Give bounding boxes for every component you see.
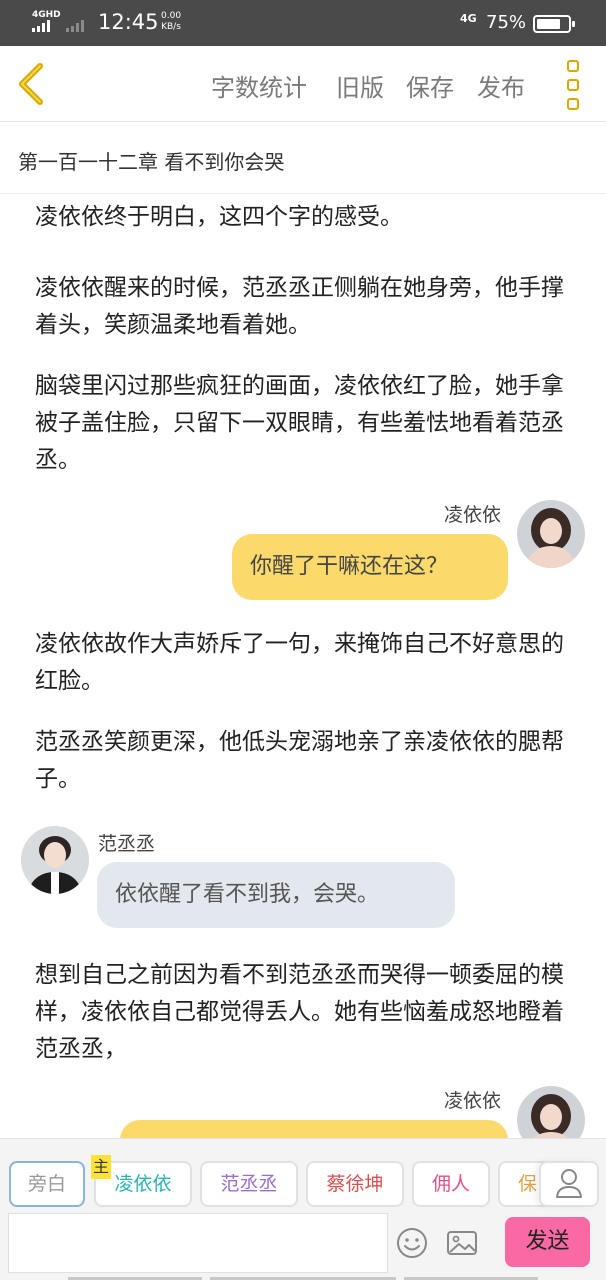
chat-bubble-text: 你醒了干嘛还在这？ — [250, 554, 449, 579]
old-version-button[interactable]: 旧版 — [336, 68, 384, 103]
female-avatar-icon — [517, 500, 585, 568]
chat-bubble-right[interactable] — [120, 1120, 508, 1138]
role-chip-fanchengcheng[interactable]: 范丞丞 — [200, 1161, 298, 1207]
back-button[interactable] — [12, 60, 56, 108]
more-vertical-icon[interactable] — [560, 60, 586, 110]
status-time: 12:45 — [98, 10, 159, 34]
battery-fill — [537, 19, 560, 29]
role-chip-narration[interactable]: 旁白 — [9, 1161, 85, 1207]
word-count-button[interactable]: 字数统计 — [211, 68, 307, 103]
network-type-label: 4GHD — [32, 10, 61, 20]
female-avatar-icon — [517, 1086, 585, 1138]
role-chip-caixukun[interactable]: 蔡徐坤 — [306, 1161, 404, 1207]
role-chip-label: 旁白 — [27, 1173, 66, 1195]
speaker-name: 凌依依 — [444, 504, 502, 526]
narration-paragraph[interactable]: 想到自己之前因为看不到范丞丞而哭得一顿委屈的模样，凌依依自己都觉得丢人。她有些恼… — [35, 957, 580, 1068]
network-speed-unit: KB/s — [161, 22, 181, 32]
insert-image-button[interactable] — [446, 1227, 478, 1259]
send-button[interactable]: 发送 — [505, 1217, 590, 1267]
narration-paragraph[interactable]: 凌依依终于明白，这四个字的感受。 — [35, 199, 580, 236]
input-panel: 旁白 凌依依 范丞丞 蔡徐坤 佣人 保 主 发送 — [0, 1138, 606, 1280]
narration-paragraph[interactable]: 凌依依醒来的时候，范丞丞正侧躺在她身旁，他手撑着头，笑颜温柔地看着她。 — [35, 270, 580, 344]
role-chip-label: 保 — [518, 1173, 538, 1195]
speaker-name: 范丞丞 — [98, 833, 156, 855]
network-speed-value: 0.00 — [161, 11, 182, 21]
role-chip-servant[interactable]: 佣人 — [412, 1161, 490, 1207]
role-chip-label: 蔡徐坤 — [326, 1173, 384, 1195]
editor-toolbar: 字数统计 旧版 保存 发布 — [0, 46, 606, 122]
person-icon — [556, 1169, 582, 1198]
avatar[interactable] — [517, 1086, 585, 1138]
role-chip-label: 佣人 — [431, 1173, 470, 1195]
male-avatar-icon — [21, 826, 89, 894]
signal-secondary-icon — [66, 20, 84, 32]
speaker-name: 凌依依 — [444, 1090, 502, 1112]
save-button[interactable]: 保存 — [406, 68, 454, 103]
chevron-left-icon — [19, 63, 43, 105]
emoji-button[interactable] — [396, 1227, 428, 1259]
chat-bubble-left[interactable]: 依依醒了看不到我，会哭。 — [97, 862, 455, 928]
story-content[interactable]: 凌依依终于明白，这四个字的感受。 凌依依醒来的时候，范丞丞正侧躺在她身旁，他手撑… — [0, 194, 606, 1138]
chapter-header: 第一百一十二章 看不到你会哭 — [0, 122, 606, 194]
avatar[interactable] — [517, 500, 585, 568]
add-role-button[interactable] — [539, 1161, 599, 1207]
message-input[interactable] — [8, 1213, 388, 1273]
signal-icon — [32, 20, 50, 32]
narration-paragraph[interactable]: 脑袋里闪过那些疯狂的画面，凌依依红了脸，她手拿被子盖住脸，只留下一双眼睛，有些羞… — [35, 368, 580, 479]
network-4g-label: 4G — [460, 12, 477, 25]
chat-bubble-text: 依依醒了看不到我，会哭。 — [115, 882, 380, 907]
publish-button[interactable]: 发布 — [477, 68, 525, 103]
narration-paragraph[interactable]: 范丞丞笑颜更深，他低头宠溺地亲了亲凌依依的腮帮子。 — [35, 724, 580, 798]
role-chip-label: 范丞丞 — [220, 1173, 278, 1195]
main-role-tag: 主 — [91, 1155, 111, 1179]
network-speed: 0.00 KB/s — [161, 11, 181, 33]
avatar[interactable] — [21, 826, 89, 894]
battery-percent: 75% — [486, 12, 527, 33]
emoji-icon — [397, 1228, 427, 1258]
narration-paragraph[interactable]: 凌依依故作大声娇斥了一句，来掩饰自己不好意思的红脸。 — [35, 626, 580, 700]
battery-icon — [533, 15, 575, 33]
chat-bubble-right[interactable]: 你醒了干嘛还在这？ — [232, 534, 508, 600]
role-chip-label: 凌依依 — [114, 1173, 172, 1195]
chapter-title[interactable]: 第一百一十二章 看不到你会哭 — [18, 146, 284, 175]
image-icon — [447, 1231, 477, 1255]
status-bar: 4GHD 12:45 0.00 KB/s 4G 75% — [0, 0, 606, 46]
